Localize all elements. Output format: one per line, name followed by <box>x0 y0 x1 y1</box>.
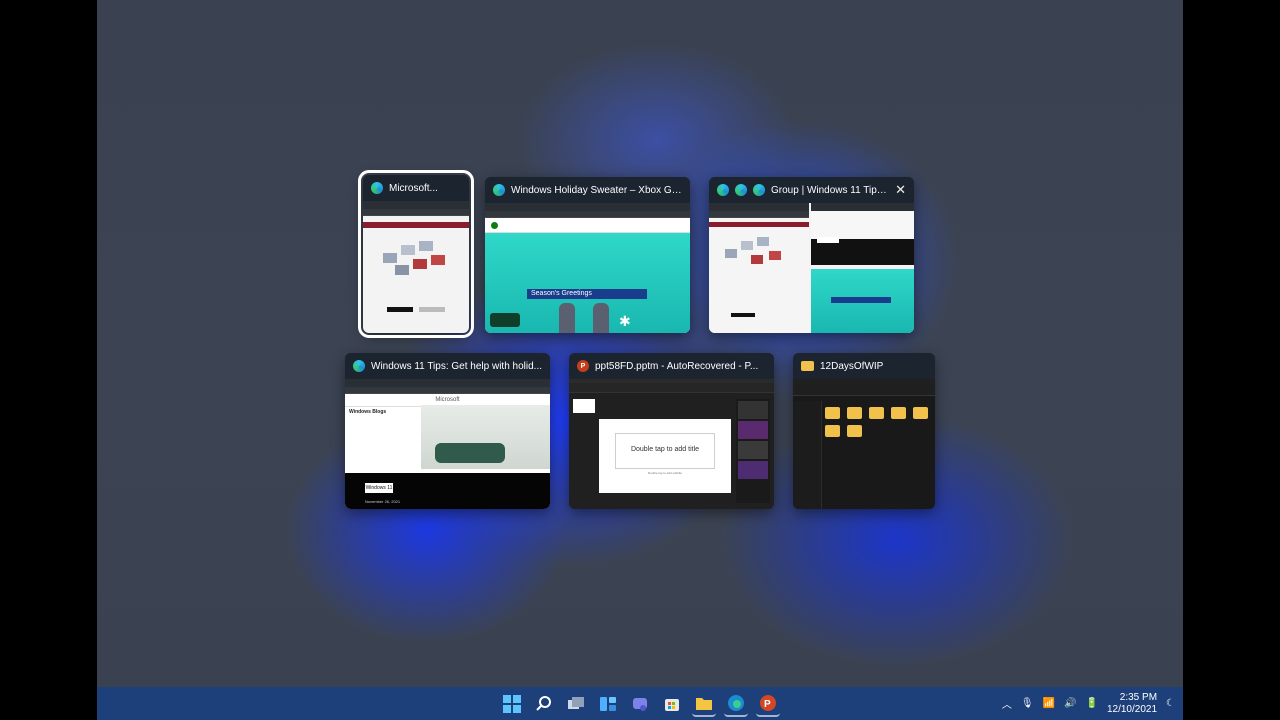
window-preview: Double tap to add title Double tap to ad… <box>569 379 774 509</box>
edge-icon <box>735 184 747 196</box>
microsoft-brand: Microsoft <box>435 397 460 403</box>
folder-icon[interactable] <box>913 407 928 419</box>
group-pane-left <box>709 203 809 333</box>
taskbar: P ︿ 🎙 📶 🔊 🔋 2:35 PM 12/10/2021 ☾ <box>97 687 1183 720</box>
window-thumbnail-group[interactable]: Group | Windows 11 Tips: Get... ✕ <box>709 177 914 333</box>
window-thumbnail-windows11-tips[interactable]: Windows 11 Tips: Get help with holid... … <box>345 353 550 509</box>
window-title: ppt58FD.pptm - AutoRecovered - P... <box>595 360 759 372</box>
window-preview <box>709 203 914 333</box>
laptops-illustration <box>381 239 451 287</box>
folder-icon <box>801 361 814 371</box>
group-pane-bottom-right <box>811 269 914 333</box>
xbox-badge <box>490 313 520 327</box>
robot-figure <box>559 303 575 333</box>
group-pane-top-right <box>811 203 914 265</box>
window-thumbnail-powerpoint[interactable]: P ppt58FD.pptm - AutoRecovered - P... Do… <box>569 353 774 509</box>
system-tray: ︿ 🎙 📶 🔊 🔋 2:35 PM 12/10/2021 ☾ <box>1002 687 1175 720</box>
window-preview: Season's Greetings ✱ <box>485 203 690 333</box>
edge-icon <box>353 360 365 372</box>
hero-image <box>421 405 550 469</box>
window-thumbnail-file-explorer[interactable]: 12DaysOfWIP <box>793 353 935 509</box>
edge-icon <box>717 184 729 196</box>
powerpoint-icon: P <box>577 360 589 372</box>
folder-icon[interactable] <box>825 407 840 419</box>
windows-11-button: Windows 11 <box>365 483 393 493</box>
folder-icon[interactable] <box>891 407 906 419</box>
slide-canvas: Double tap to add title Double tap to ad… <box>599 419 731 493</box>
window-preview <box>363 201 469 333</box>
microphone-icon[interactable]: 🎙 <box>1021 698 1034 709</box>
snowflake-icon: ✱ <box>619 313 631 329</box>
window-title: 12DaysOfWIP <box>820 360 884 372</box>
dark-section: Windows 11 November 26, 2021 <box>345 473 550 509</box>
search-icon[interactable] <box>532 692 556 716</box>
post-date: November 26, 2021 <box>365 499 401 504</box>
volume-icon[interactable]: 🔊 <box>1064 698 1076 709</box>
window-title-bar: 12DaysOfWIP <box>793 353 935 379</box>
store-icon[interactable] <box>660 692 684 716</box>
cta-button-preview <box>387 307 413 312</box>
close-icon[interactable]: ✕ <box>895 182 906 198</box>
folder-icon[interactable] <box>847 425 862 437</box>
clock[interactable]: 2:35 PM 12/10/2021 <box>1107 692 1157 716</box>
window-title-bar: Group | Windows 11 Tips: Get... ✕ <box>709 177 914 203</box>
clock-time: 2:35 PM <box>1119 691 1158 703</box>
seasons-greetings-banner: Season's Greetings <box>527 289 647 299</box>
window-thumbnail-xbox-sweater[interactable]: Windows Holiday Sweater – Xbox Ge... Sea… <box>485 177 690 333</box>
window-thumbnail-microsoft[interactable]: Microsoft... <box>358 170 474 338</box>
folder-icon[interactable] <box>825 425 840 437</box>
chevron-up-icon[interactable]: ︿ <box>1002 696 1012 711</box>
window-preview <box>793 379 935 509</box>
window-title-bar: Windows 11 Tips: Get help with holid... <box>345 353 550 379</box>
robot-figure <box>593 303 609 333</box>
battery-icon[interactable]: 🔋 <box>1086 698 1098 709</box>
folder-icon[interactable] <box>847 407 862 419</box>
notification-moon-icon[interactable]: ☾ <box>1166 698 1175 709</box>
widgets-icon[interactable] <box>596 692 620 716</box>
nav-pane <box>793 401 822 509</box>
window-title: Windows Holiday Sweater – Xbox Ge... <box>511 184 682 196</box>
window-title-bar: Windows Holiday Sweater – Xbox Ge... <box>485 177 690 203</box>
window-title-bar: Microsoft... <box>363 175 469 201</box>
edge-icon <box>371 182 383 194</box>
powerpoint-icon[interactable]: P <box>756 691 780 717</box>
task-view-icon[interactable] <box>564 692 588 716</box>
window-title: Group | Windows 11 Tips: Get... <box>771 184 889 196</box>
windows-blogs-label: Windows Blogs <box>349 409 387 415</box>
window-title: Microsoft... <box>389 182 438 194</box>
subtitle-placeholder: Double tap to add subtitle <box>647 471 683 475</box>
title-placeholder: Double tap to add title <box>630 446 700 453</box>
promo-strip <box>363 222 469 228</box>
edge-icon <box>753 184 765 196</box>
desktop-background: Microsoft... Windows Holiday Sweater – X… <box>97 0 1183 720</box>
svg-text:P: P <box>764 699 771 710</box>
teams-chat-icon[interactable] <box>628 692 652 716</box>
slide-thumbnail <box>573 399 595 413</box>
start-icon[interactable] <box>500 692 524 716</box>
window-preview: Microsoft Windows Blogs Windows 11 Novem… <box>345 379 550 509</box>
folder-icon[interactable] <box>869 407 884 419</box>
sweater-banner: Season's Greetings ✱ <box>485 233 690 333</box>
clock-date: 12/10/2021 <box>1106 703 1158 715</box>
window-title-bar: P ppt58FD.pptm - AutoRecovered - P... <box>569 353 774 379</box>
file-explorer-icon[interactable] <box>692 691 716 717</box>
folder-grid <box>825 407 929 437</box>
window-title: Windows 11 Tips: Get help with holid... <box>371 360 542 372</box>
designer-pane <box>736 399 770 503</box>
wifi-icon[interactable]: 📶 <box>1043 698 1055 709</box>
edge-icon[interactable] <box>724 691 748 717</box>
link-preview <box>419 307 445 312</box>
xbox-logo-icon <box>491 221 498 229</box>
edge-icon <box>493 184 505 196</box>
